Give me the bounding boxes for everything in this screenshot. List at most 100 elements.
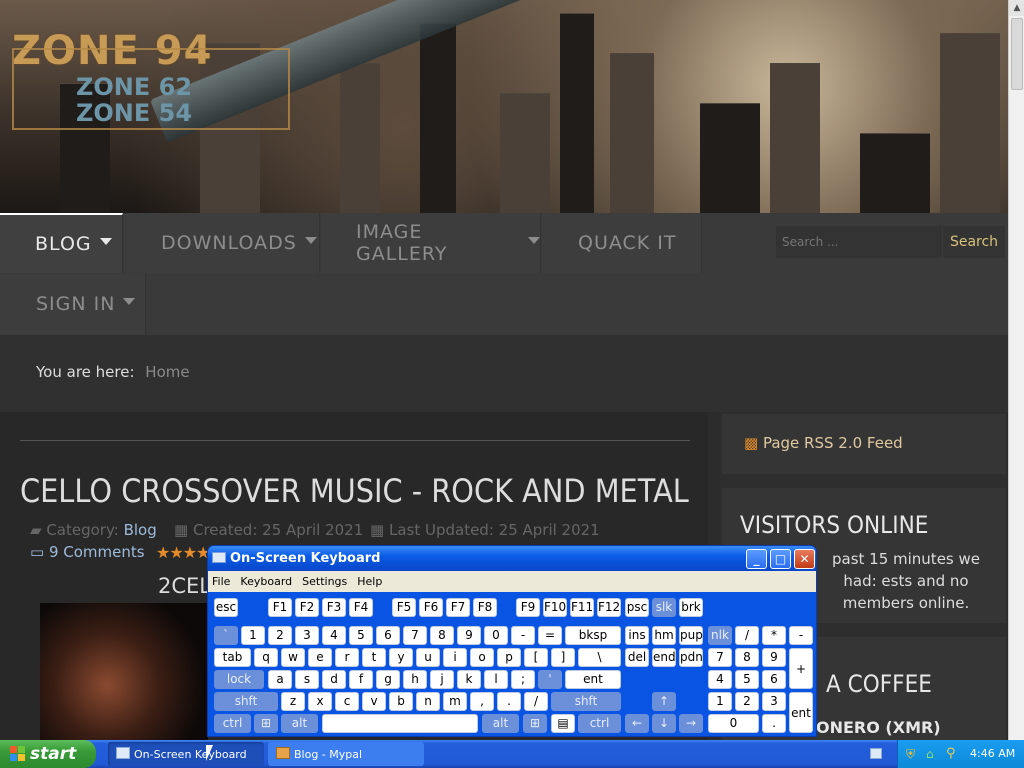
browser-scrollbar[interactable]: ▲ (1008, 0, 1024, 740)
osk-key[interactable]: pup (679, 626, 703, 645)
search-button[interactable]: Search (943, 226, 1005, 258)
menu-file[interactable]: File (212, 575, 230, 588)
task-osk[interactable]: On-Screen Keyboard (108, 742, 264, 766)
rss-link[interactable]: ▩ Page RSS 2.0 Feed (744, 434, 903, 452)
comments-link[interactable]: 9 Comments (49, 543, 145, 561)
osk-key[interactable]: - (511, 626, 535, 645)
nav-item-image-gallery[interactable]: IMAGE GALLERY (321, 213, 541, 273)
osk-key[interactable]: alt (482, 714, 519, 733)
nav-item-downloads[interactable]: DOWNLOADS (124, 213, 320, 273)
osk-key[interactable]: z (281, 692, 305, 711)
close-button[interactable]: ✕ (794, 549, 815, 569)
osk-key[interactable]: + (789, 648, 813, 689)
osk-key[interactable]: ⊞ (523, 714, 547, 733)
osk-key[interactable]: b (389, 692, 413, 711)
maximize-button[interactable]: □ (770, 549, 791, 569)
osk-key[interactable]: brk (679, 598, 703, 617)
osk-key[interactable]: / (735, 626, 759, 645)
osk-key[interactable]: F8 (473, 598, 497, 617)
osk-key[interactable]: → (679, 714, 703, 733)
osk-key[interactable]: 0 (484, 626, 508, 645)
start-button[interactable]: start (0, 740, 96, 768)
osk-key[interactable]: nlk (708, 626, 732, 645)
osk-key[interactable]: shft (214, 692, 278, 711)
osk-key[interactable]: ← (625, 714, 649, 733)
nav-item-sign-in[interactable]: SIGN IN (0, 274, 146, 334)
osk-key[interactable]: 1 (708, 692, 732, 711)
osk-key[interactable]: F1 (268, 598, 292, 617)
scroll-up-arrow[interactable]: ▲ (1009, 0, 1024, 16)
osk-key[interactable]: h (403, 670, 427, 689)
menu-keyboard[interactable]: Keyboard (240, 575, 292, 588)
osk-key[interactable]: 9 (762, 648, 786, 667)
osk-key[interactable]: ↑ (652, 692, 676, 711)
osk-key[interactable]: ` (214, 626, 238, 645)
osk-key[interactable]: k (457, 670, 481, 689)
osk-key[interactable]: F11 (570, 598, 594, 617)
osk-key[interactable]: F10 (543, 598, 567, 617)
osk-key[interactable]: , (470, 692, 494, 711)
osk-key[interactable]: F4 (349, 598, 373, 617)
osk-key[interactable]: F5 (392, 598, 416, 617)
osk-key[interactable]: 5 (735, 670, 759, 689)
osk-title-bar[interactable]: On-Screen Keyboard _ □ ✕ (208, 546, 816, 571)
nav-item-quack-it[interactable]: QUACK IT (542, 213, 702, 273)
osk-key[interactable]: F9 (516, 598, 540, 617)
osk-key[interactable]: l (484, 670, 508, 689)
osk-key[interactable]: ▤ (551, 714, 575, 733)
category-link[interactable]: Blog (124, 521, 157, 539)
osk-key[interactable]: u (416, 648, 440, 667)
osk-key[interactable]: x (308, 692, 332, 711)
breadcrumb-home-link[interactable]: Home (145, 363, 189, 381)
osk-key[interactable]: 7 (403, 626, 427, 645)
osk-key[interactable]: 3 (762, 692, 786, 711)
osk-key[interactable]: m (443, 692, 467, 711)
search-icon[interactable]: ⚲ (946, 746, 956, 761)
osk-key[interactable]: \ (578, 648, 621, 667)
osk-key[interactable]: e (308, 648, 332, 667)
osk-key[interactable]: shft (551, 692, 621, 711)
osk-key[interactable]: F7 (446, 598, 470, 617)
osk-key[interactable]: t (362, 648, 386, 667)
osk-key[interactable]: y (389, 648, 413, 667)
osk-key[interactable]: pdn (679, 648, 703, 667)
osk-key[interactable]: ⊞ (254, 714, 278, 733)
osk-key[interactable]: 2 (268, 626, 292, 645)
osk-key[interactable]: f (349, 670, 373, 689)
osk-key[interactable]: tab (214, 648, 251, 667)
menu-help[interactable]: Help (357, 575, 382, 588)
osk-key[interactable]: ent (789, 692, 813, 733)
keyboard-language-icon[interactable] (870, 748, 882, 759)
rating-stars[interactable]: ★★★★ (156, 543, 210, 562)
osk-key[interactable]: a (268, 670, 292, 689)
osk-key[interactable]: d (322, 670, 346, 689)
osk-key[interactable]: 6 (376, 626, 400, 645)
osk-key[interactable]: ins (625, 626, 649, 645)
scrollbar-thumb[interactable] (1011, 18, 1023, 90)
osk-key[interactable]: - (789, 626, 813, 645)
osk-key[interactable]: ctrl (214, 714, 251, 733)
osk-key[interactable]: ent (565, 670, 621, 689)
minimize-button[interactable]: _ (746, 549, 767, 569)
osk-key[interactable]: 0 (708, 714, 759, 733)
osk-key[interactable]: alt (281, 714, 318, 733)
osk-key[interactable]: s (295, 670, 319, 689)
osk-key[interactable]: q (254, 648, 278, 667)
clock[interactable]: 4:46 AM (970, 747, 1015, 760)
osk-key[interactable]: 4 (322, 626, 346, 645)
menu-settings[interactable]: Settings (302, 575, 347, 588)
osk-key[interactable] (322, 714, 478, 733)
osk-key[interactable]: 4 (708, 670, 732, 689)
osk-key[interactable]: slk (652, 598, 676, 617)
osk-key[interactable]: 6 (762, 670, 786, 689)
task-browser[interactable]: Blog - Mypal (268, 742, 424, 766)
osk-key[interactable]: 7 (708, 648, 732, 667)
osk-key[interactable]: ' (538, 670, 562, 689)
osk-key[interactable]: / (524, 692, 548, 711)
osk-key[interactable]: ↓ (652, 714, 676, 733)
osk-key[interactable]: ctrl (578, 714, 621, 733)
osk-key[interactable]: = (538, 626, 562, 645)
osk-key[interactable]: j (430, 670, 454, 689)
osk-key[interactable]: 3 (295, 626, 319, 645)
osk-key[interactable]: . (497, 692, 521, 711)
